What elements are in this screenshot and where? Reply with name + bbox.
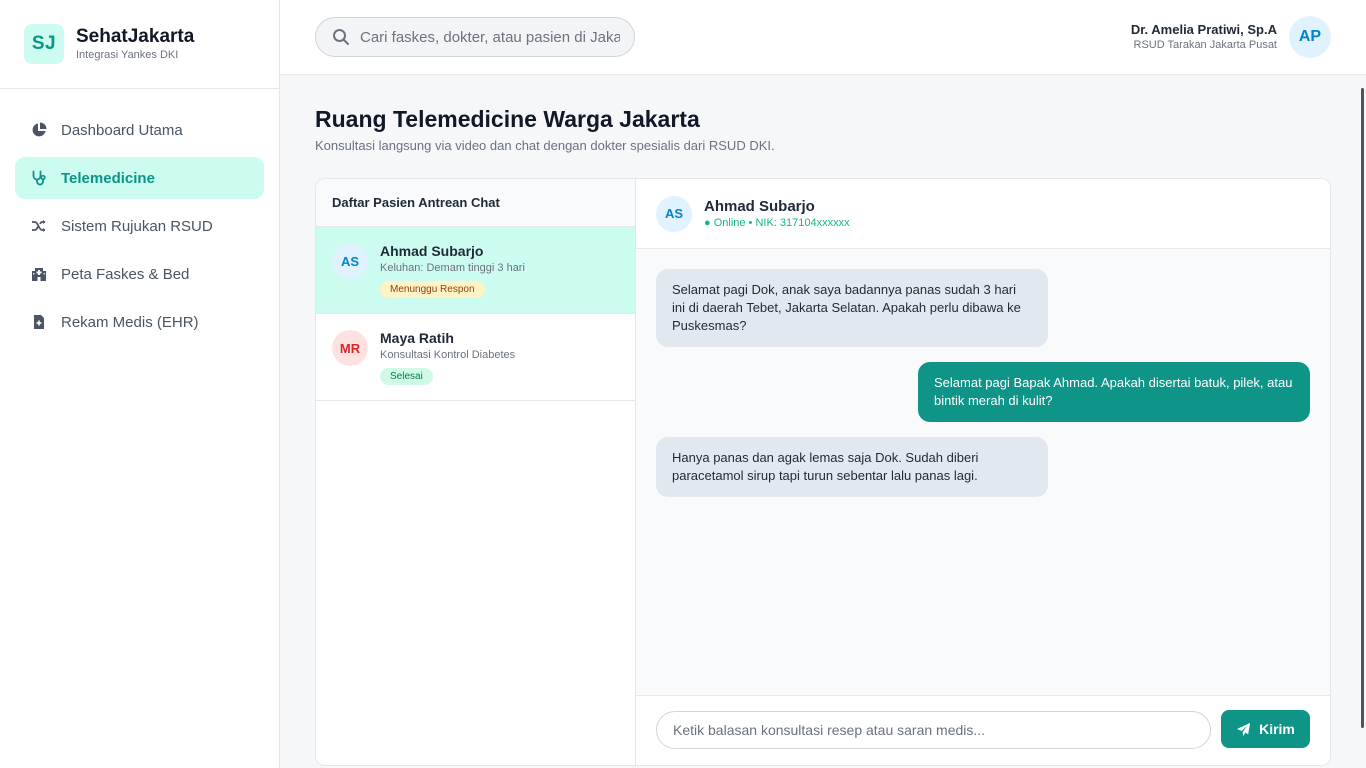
medical-file-icon	[34, 315, 44, 329]
search-bar	[315, 17, 635, 57]
nav-item-rekam-medis[interactable]: Rekam Medis (EHR)	[15, 301, 264, 343]
send-button[interactable]: Kirim	[1221, 710, 1310, 748]
chat-patient-name: Ahmad Subarjo	[704, 197, 815, 215]
search-icon	[333, 29, 349, 45]
patient-avatar: MR	[332, 330, 368, 366]
nav-label: Dashboard Utama	[61, 121, 183, 139]
search-input[interactable]	[360, 28, 620, 46]
nav-label: Telemedicine	[61, 169, 155, 187]
chat-avatar: AS	[656, 195, 692, 232]
user-hospital: RSUD Tarakan Jakarta Pusat	[1133, 39, 1277, 51]
queue-title: Daftar Pasien Antrean Chat	[316, 179, 635, 227]
sidebar-nav: Dashboard Utama Telemedicine Sistem Ruju…	[0, 89, 279, 343]
chat-header: AS Ahmad Subarjo ● Online • NIK: 317104x…	[636, 179, 1330, 249]
nav-item-dashboard[interactable]: Dashboard Utama	[15, 109, 264, 151]
avatar[interactable]: AP	[1289, 16, 1331, 58]
page-scrollbar[interactable]	[1361, 88, 1364, 728]
patient-complaint: Keluhan: Demam tinggi 3 hari	[380, 262, 525, 274]
message-composer: Kirim	[636, 695, 1330, 765]
send-icon	[1237, 722, 1251, 736]
nav-label: Rekam Medis (EHR)	[61, 313, 199, 331]
stethoscope-icon	[32, 170, 46, 186]
nav-label: Peta Faskes & Bed	[61, 265, 190, 283]
brand-logo: SJ	[24, 24, 64, 64]
pie-chart-icon	[32, 122, 47, 137]
nav-item-peta-faskes[interactable]: Peta Faskes & Bed	[15, 253, 264, 295]
status-badge: Menunggu Respon	[380, 281, 485, 298]
brand-name: SehatJakarta	[76, 26, 195, 47]
patient-complaint: Konsultasi Kontrol Diabetes	[380, 349, 516, 361]
sidebar: SJ SehatJakarta Integrasi Yankes DKI Das…	[0, 0, 280, 768]
telemedicine-panel: Daftar Pasien Antrean Chat AS Ahmad Suba…	[315, 178, 1331, 766]
nav-label: Sistem Rujukan RSUD	[61, 217, 213, 235]
hospital-icon	[32, 268, 46, 281]
patient-name: Ahmad Subarjo	[380, 243, 484, 259]
send-label: Kirim	[1259, 721, 1295, 737]
page-subtitle: Konsultasi langsung via video dan chat d…	[315, 138, 775, 153]
nav-item-telemedicine[interactable]: Telemedicine	[15, 157, 264, 199]
status-badge: Selesai	[380, 368, 433, 385]
page-title: Ruang Telemedicine Warga Jakarta	[315, 106, 700, 132]
user-profile[interactable]: Dr. Amelia Pratiwi, Sp.A RSUD Tarakan Ja…	[1131, 16, 1331, 58]
chat-status: ● Online • NIK: 317104xxxxxx	[704, 216, 850, 229]
patient-item[interactable]: MR Maya Ratih Konsultasi Kontrol Diabete…	[316, 314, 635, 401]
patient-queue: Daftar Pasien Antrean Chat AS Ahmad Suba…	[316, 179, 636, 765]
top-header: Dr. Amelia Pratiwi, Sp.A RSUD Tarakan Ja…	[280, 0, 1366, 75]
message-incoming: Hanya panas dan agak lemas saja Dok. Sud…	[656, 437, 1048, 497]
shuffle-icon	[32, 220, 46, 232]
message-list: Selamat pagi Dok, anak saya badannya pan…	[656, 269, 1310, 512]
patient-item[interactable]: AS Ahmad Subarjo Keluhan: Demam tinggi 3…	[316, 227, 635, 314]
patient-name: Maya Ratih	[380, 330, 454, 346]
user-name: Dr. Amelia Pratiwi, Sp.A	[1130, 22, 1277, 37]
message-incoming: Selamat pagi Dok, anak saya badannya pan…	[656, 269, 1048, 347]
message-input[interactable]	[656, 711, 1211, 749]
message-outgoing: Selamat pagi Bapak Ahmad. Apakah diserta…	[918, 362, 1310, 422]
brand: SJ SehatJakarta Integrasi Yankes DKI	[0, 0, 279, 89]
patient-avatar: AS	[332, 243, 368, 279]
brand-subtitle: Integrasi Yankes DKI	[76, 49, 179, 61]
nav-item-rujukan[interactable]: Sistem Rujukan RSUD	[15, 205, 264, 247]
chat-window: AS Ahmad Subarjo ● Online • NIK: 317104x…	[636, 179, 1330, 765]
